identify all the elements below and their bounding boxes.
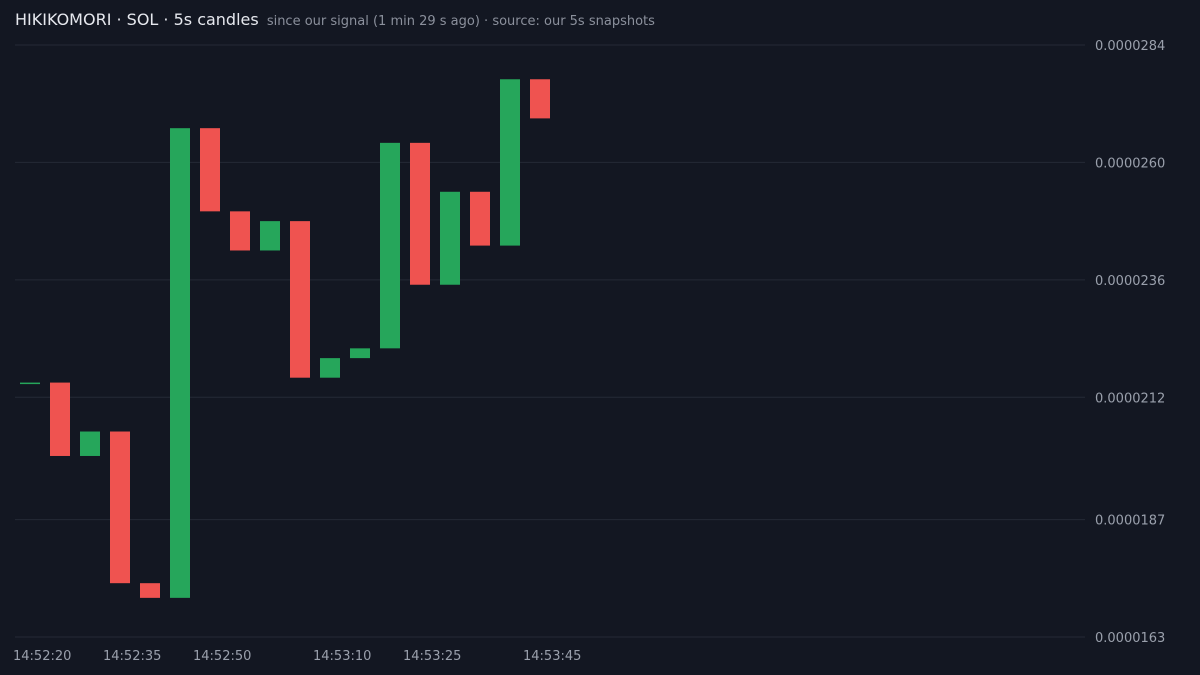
candle-up-11 (350, 348, 370, 359)
x-axis: 14:52:20 14:52:35 14:52:50 14:53:10 14:53:25… (13, 649, 581, 664)
x-tick-label: 14:53:10 (313, 649, 371, 664)
candle-up-5 (170, 128, 190, 598)
candle-up-2 (80, 431, 100, 456)
candle-down-13 (410, 142, 430, 285)
candle-up-8 (260, 221, 280, 251)
candle-down-17 (530, 79, 550, 119)
y-tick-label: 0.0000212 (1095, 391, 1165, 406)
x-tick-label: 14:52:35 (103, 649, 161, 664)
x-tick-label: 14:52:20 (13, 649, 71, 664)
y-tick-label: 0.0000187 (1095, 514, 1165, 529)
candle-up-14 (440, 191, 460, 285)
candlestick-chart[interactable]: 0.0000163 0.0000187 0.0000212 0.0000236 0.00… (0, 0, 1200, 675)
candle-down-1 (50, 382, 70, 456)
candle-up-16 (500, 79, 520, 246)
x-tick-label: 14:53:45 (523, 649, 581, 664)
candle-down-4 (140, 583, 160, 598)
candle-down-3 (110, 431, 130, 584)
x-tick-label: 14:53:25 (403, 649, 461, 664)
candle-up-10 (320, 358, 340, 378)
candle-up-12 (380, 142, 400, 349)
y-axis: 0.0000163 0.0000187 0.0000212 0.0000236 0.00… (1095, 39, 1165, 646)
candle-up-0 (20, 382, 40, 385)
y-tick-label: 0.0000163 (1095, 631, 1165, 646)
x-tick-label: 14:52:50 (193, 649, 251, 664)
candle-down-15 (470, 191, 490, 246)
candle-down-9 (290, 221, 310, 378)
y-tick-label: 0.0000284 (1095, 39, 1165, 54)
y-tick-label: 0.0000260 (1095, 156, 1165, 171)
candle-down-6 (200, 128, 220, 212)
candle-down-7 (230, 211, 250, 251)
y-tick-label: 0.0000236 (1095, 274, 1165, 289)
